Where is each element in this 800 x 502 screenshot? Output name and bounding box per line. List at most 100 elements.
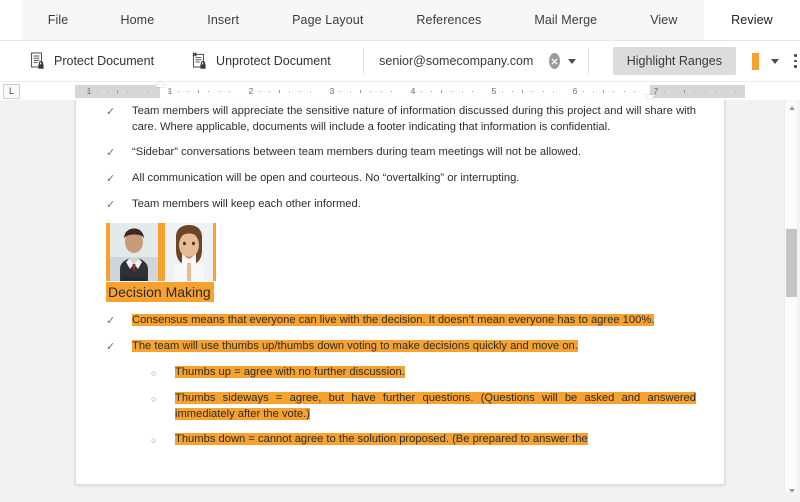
list-item[interactable]: ✓ Team members will keep each other infor…	[106, 197, 696, 213]
ruler-dot	[137, 90, 139, 92]
email-dropdown-chevron-down-icon[interactable]	[568, 52, 577, 70]
list-item-text: Team members will appreciate the sensiti…	[132, 105, 696, 133]
list-item[interactable]: ○ Thumbs sideways = agree, but have furth…	[106, 391, 696, 422]
list-item-text: The team will use thumbs up/thumbs down …	[132, 339, 696, 355]
highlighted-text: Thumbs down = cannot agree to the soluti…	[175, 433, 588, 445]
ruler-dot	[390, 90, 392, 92]
review-toolbar: Protect Document Unprotect Document seni…	[0, 41, 800, 82]
page-content: ✓ Team members will appreciate the sensit…	[106, 104, 696, 458]
unprotect-document-label: Unprotect Document	[216, 54, 331, 68]
tab-stop-selector[interactable]: L	[3, 83, 20, 99]
document-workspace: ✓ Team members will appreciate the sensit…	[0, 100, 800, 502]
horizontal-ruler[interactable]: 11234567	[75, 80, 745, 107]
tab-file-label: File	[47, 13, 69, 27]
ruler-dot	[380, 90, 382, 92]
ruler-dot	[431, 90, 433, 92]
ruler-dot	[583, 90, 585, 92]
kebab-menu-icon[interactable]	[791, 50, 800, 72]
section-heading: Decision Making	[106, 281, 696, 302]
circle-bullet-icon: ○	[151, 368, 157, 378]
list-item[interactable]: ✓ “Sidebar” conversations between team me…	[106, 145, 696, 161]
list-item[interactable]: ○ Thumbs down = cannot agree to the solut…	[106, 432, 696, 448]
ruler-dot	[694, 90, 696, 92]
ruler-half-tick	[684, 89, 686, 93]
list-item[interactable]: ✓ Consensus means that everyone can live …	[106, 313, 696, 329]
ruler-dot	[350, 90, 352, 92]
tab-file[interactable]: File	[22, 0, 94, 40]
highlight-color-swatch[interactable]	[751, 52, 760, 70]
first-line-indent-marker[interactable]	[155, 80, 165, 87]
ruler-dot	[370, 90, 372, 92]
ruler-dot	[532, 90, 534, 92]
list-item[interactable]: ✓ Team members will appreciate the sensit…	[106, 104, 696, 135]
tab-mail-merge[interactable]: Mail Merge	[507, 0, 624, 40]
tab-references[interactable]: References	[389, 0, 508, 40]
list-item-text: Thumbs sideways = agree, but have furthe…	[175, 391, 696, 422]
ruler-dot	[208, 90, 210, 92]
ruler-dot	[218, 90, 220, 92]
list-item[interactable]: ✓ All communication will be open and cour…	[106, 171, 696, 187]
circle-bullet-icon: ○	[151, 435, 157, 445]
list-item[interactable]: ○ Thumbs up = agree with no further discu…	[106, 365, 696, 381]
ruler-half-tick	[522, 89, 524, 93]
tab-review[interactable]: Review	[703, 0, 800, 40]
ruler-dot	[248, 90, 250, 92]
tab-view[interactable]: View	[623, 0, 704, 40]
unprotect-document-button[interactable]: Unprotect Document	[184, 47, 339, 75]
horizontal-ruler-row: L 11234567	[0, 80, 800, 107]
scrollbar-corner	[784, 492, 797, 502]
email-input[interactable]: senior@somecompany.com	[373, 54, 539, 68]
ruler-dot	[623, 90, 625, 92]
ruler-dot	[653, 90, 655, 92]
ruler-dot	[188, 90, 190, 92]
scrollbar-thumb[interactable]	[786, 229, 797, 297]
ruler-dot	[613, 90, 615, 92]
ruler-half-tick	[117, 89, 119, 93]
photo-businesswoman[interactable]	[165, 223, 213, 281]
vertical-scrollbar[interactable]	[784, 101, 797, 497]
tab-references-label: References	[416, 13, 482, 27]
ruler-dot	[289, 90, 291, 92]
ruler-dot	[633, 90, 635, 92]
ruler-half-tick	[279, 89, 281, 93]
highlight-ranges-button[interactable]: Highlight Ranges	[612, 47, 736, 75]
clear-circle-icon[interactable]	[549, 53, 561, 69]
ruler-dot	[664, 90, 666, 92]
ruler-dot	[461, 90, 463, 92]
tab-page-layout[interactable]: Page Layout	[265, 0, 390, 40]
ruler-dot	[552, 90, 554, 92]
highlighted-text: The team will use thumbs up/thumbs down …	[132, 340, 578, 352]
ruler-dot	[147, 90, 149, 92]
protect-document-button[interactable]: Protect Document	[22, 47, 162, 75]
checkmark-bullet-icon: ✓	[106, 341, 116, 353]
highlighted-text: Consensus means that everyone can live w…	[132, 314, 655, 326]
list-item-text: Thumbs up = agree with no further discus…	[175, 365, 696, 381]
scroll-up-arrow-icon[interactable]	[785, 101, 798, 114]
inline-image-group[interactable]	[106, 223, 216, 281]
document-page[interactable]: ✓ Team members will appreciate the sensit…	[75, 100, 725, 485]
ruler-dot	[491, 90, 493, 92]
document-unlock-icon	[192, 52, 209, 70]
tab-view-label: View	[650, 13, 678, 27]
ruler-half-tick	[198, 89, 200, 93]
ruler-dot	[269, 90, 271, 92]
photo-businessman[interactable]	[110, 223, 158, 281]
color-dropdown-chevron-down-icon[interactable]	[771, 52, 780, 70]
ruler-dot	[421, 90, 423, 92]
ruler-dot	[127, 90, 129, 92]
ruler-dot	[178, 90, 180, 92]
ruler-half-tick	[441, 89, 443, 93]
tab-insert[interactable]: Insert	[180, 0, 266, 40]
ruler-dot	[86, 90, 88, 92]
circle-bullet-icon: ○	[151, 394, 157, 404]
list-item[interactable]: ✓ The team will use thumbs up/thumbs down…	[106, 339, 696, 355]
ruler-dot	[674, 90, 676, 92]
ruler-dot	[471, 90, 473, 92]
ruler-half-tick	[360, 89, 362, 93]
list-item-text: All communication will be open and court…	[132, 172, 520, 184]
tab-home[interactable]: Home	[94, 0, 181, 40]
ruler-dot	[340, 90, 342, 92]
list-item-text: Consensus means that everyone can live w…	[132, 313, 696, 329]
ruler-dot	[704, 90, 706, 92]
ruler-dot	[167, 90, 169, 92]
